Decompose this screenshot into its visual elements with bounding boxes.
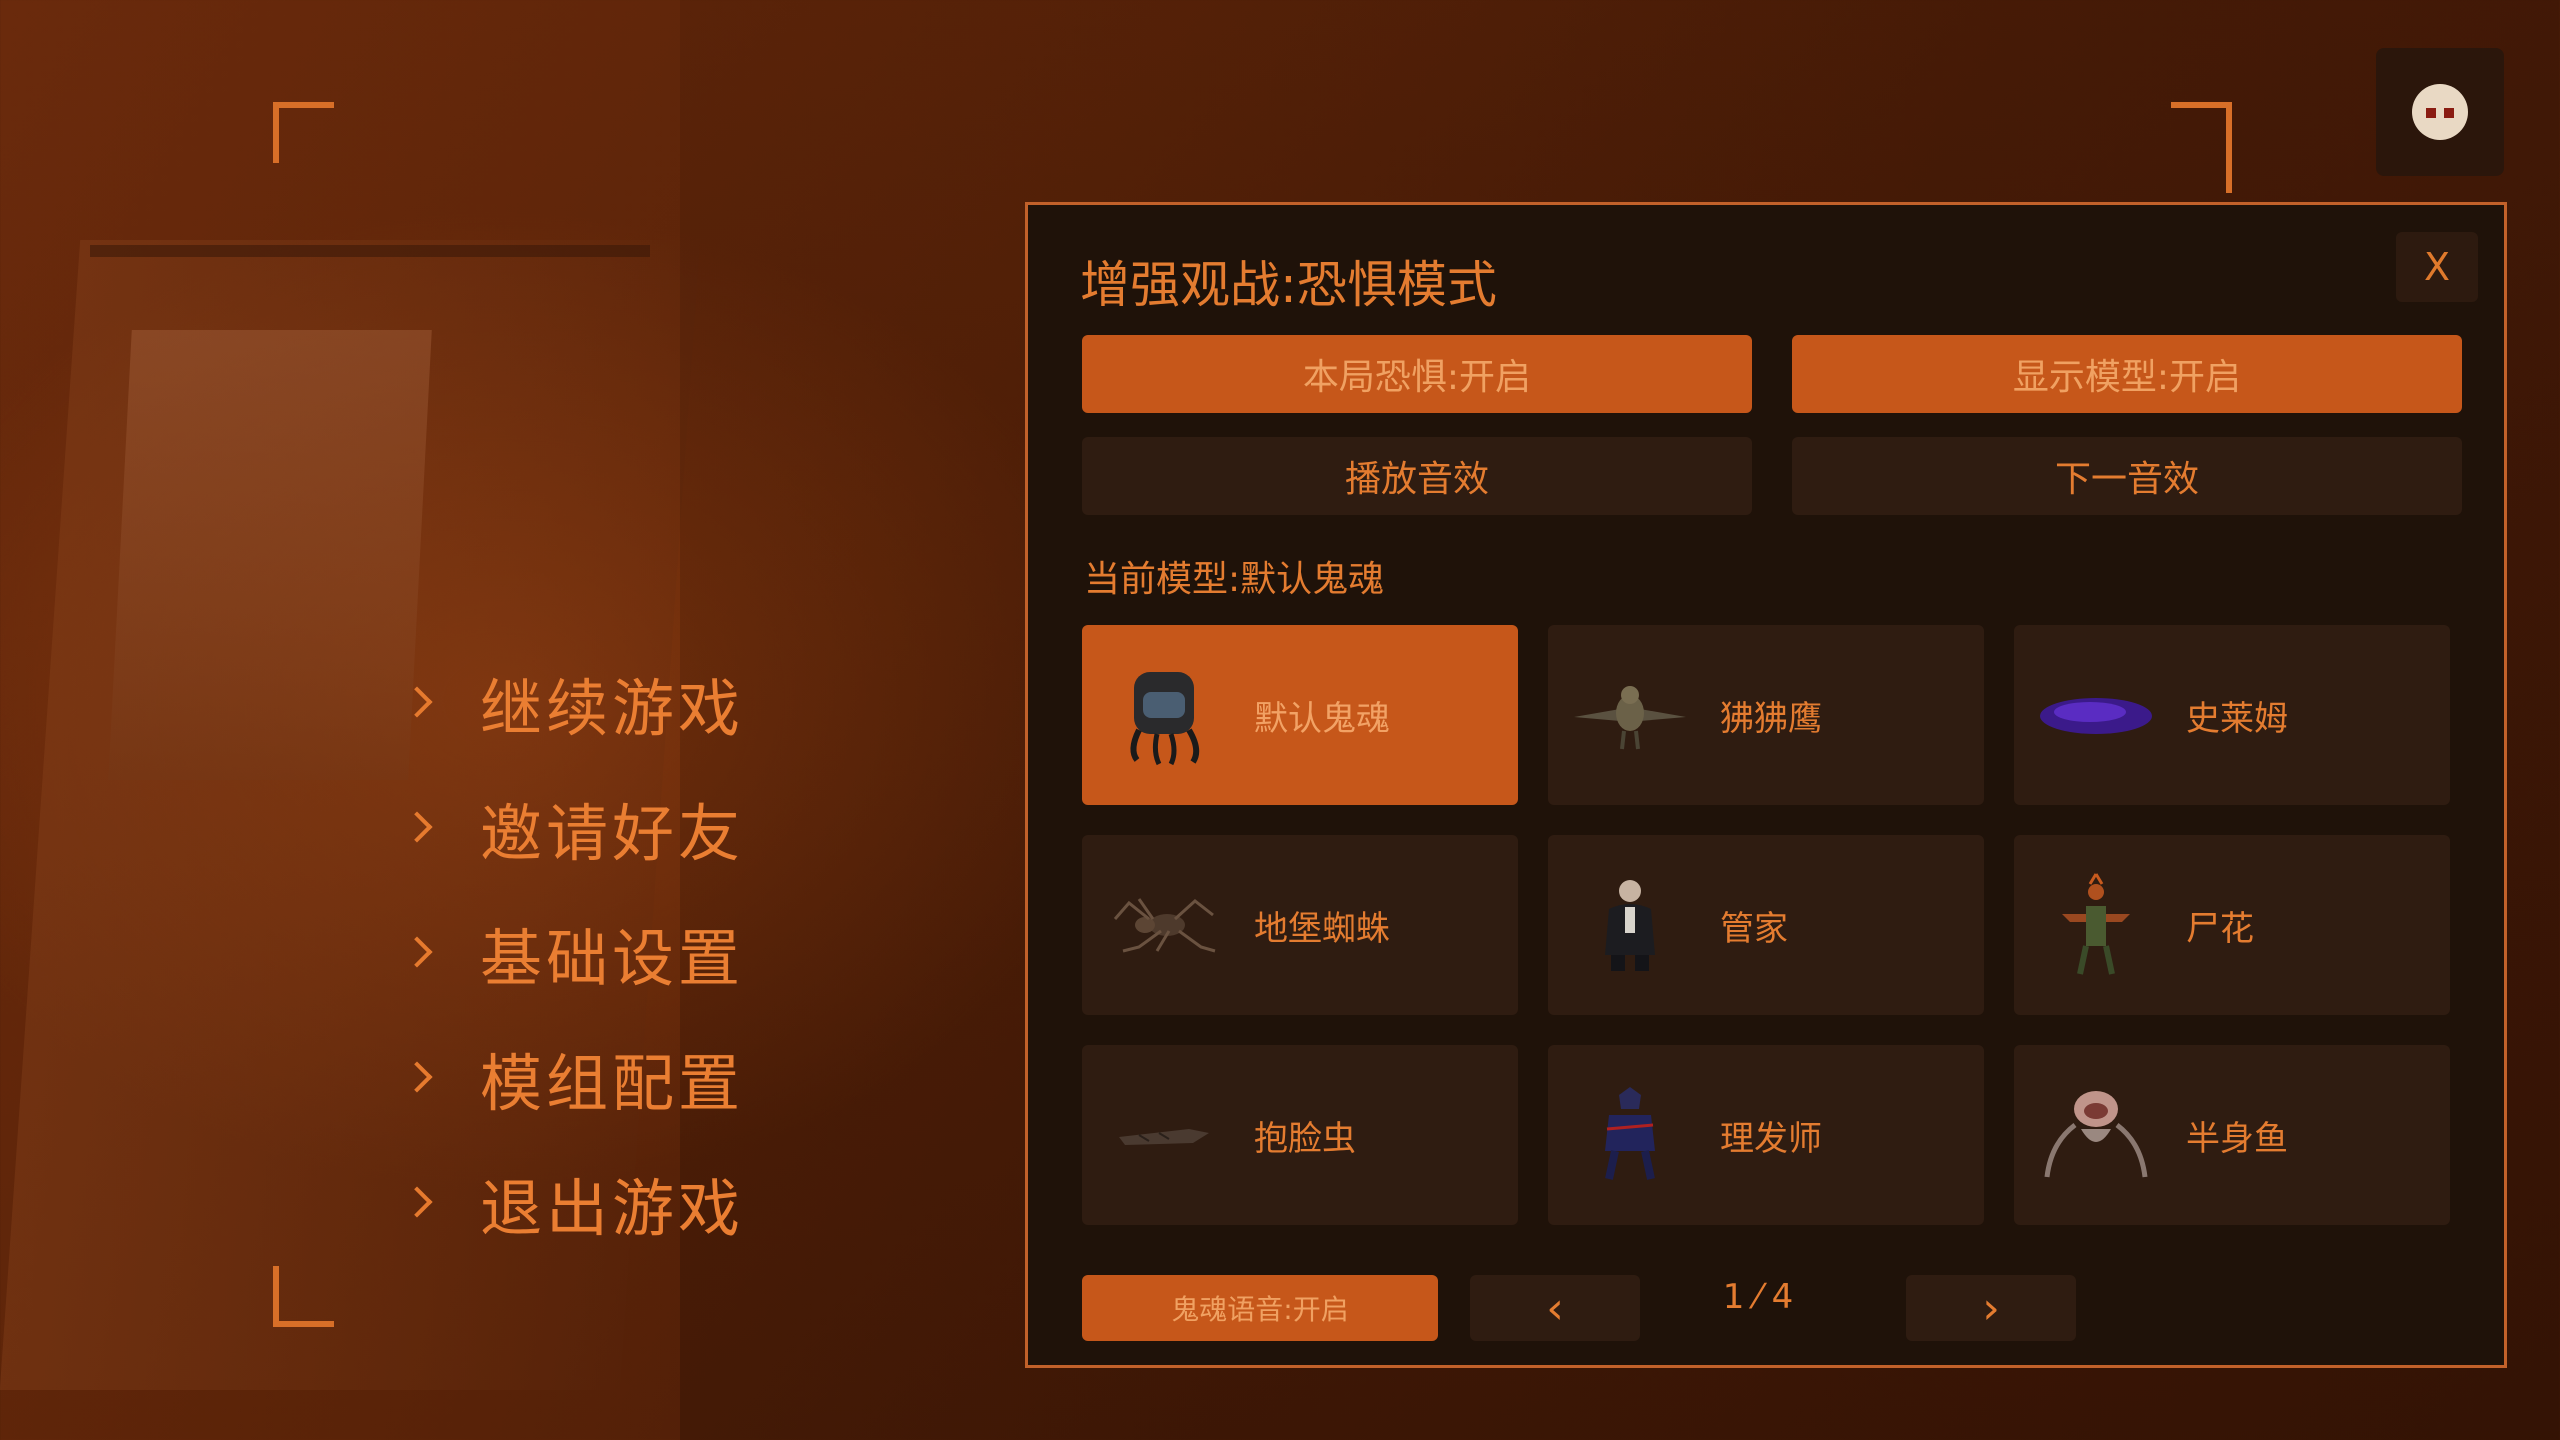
bunker-spider-icon — [1104, 865, 1224, 985]
chevron-right-icon — [400, 1056, 444, 1100]
model-card-corpse-flower[interactable]: 尸花 — [2014, 835, 2450, 1015]
baboon-hawk-icon — [1570, 655, 1690, 775]
next-page-button[interactable]: › — [1906, 1275, 2076, 1341]
barber-icon — [1570, 1075, 1690, 1195]
facehugger-icon — [1104, 1075, 1224, 1195]
model-card-facehugger[interactable]: 抱脸虫 — [1082, 1045, 1518, 1225]
round-fear-toggle[interactable]: 本局恐惧:开启 — [1082, 335, 1752, 413]
menu-mod-config[interactable]: 模组配置 — [400, 1015, 744, 1140]
chevron-right-icon — [400, 806, 444, 850]
main-menu: 继续游戏 邀请好友 基础设置 模组配置 退出游戏 — [400, 640, 744, 1265]
menu-item-label: 退出游戏 — [480, 1171, 745, 1245]
butler-icon — [1570, 865, 1690, 985]
model-card-half-fish[interactable]: 半身鱼 — [2014, 1045, 2450, 1225]
slime-icon — [2036, 655, 2156, 775]
corner-bracket-bottom-left — [273, 1266, 334, 1327]
next-sound-button[interactable]: 下一音效 — [1792, 437, 2462, 515]
skull-face-icon — [2412, 84, 2468, 140]
menu-item-label: 基础设置 — [480, 921, 745, 995]
close-button[interactable]: X — [2396, 232, 2478, 302]
model-name: 史莱姆 — [2186, 698, 2288, 739]
model-name: 地堡蜘蛛 — [1254, 908, 1390, 949]
current-model-label: 当前模型:默认鬼魂 — [1084, 559, 1385, 600]
half-fish-icon — [2036, 1075, 2156, 1195]
chevron-right-icon — [400, 1181, 444, 1225]
chevron-right-icon — [400, 931, 444, 975]
model-name: 默认鬼魂 — [1254, 698, 1390, 739]
model-card-default-ghost[interactable]: 默认鬼魂 — [1082, 625, 1518, 805]
model-name: 半身鱼 — [2186, 1118, 2288, 1159]
model-name: 抱脸虫 — [1254, 1118, 1356, 1159]
model-card-bunker-spider[interactable]: 地堡蜘蛛 — [1082, 835, 1518, 1015]
model-card-barber[interactable]: 理发师 — [1548, 1045, 1984, 1225]
ghost-voice-toggle[interactable]: 鬼魂语音:开启 — [1082, 1275, 1438, 1341]
menu-item-label: 邀请好友 — [480, 796, 745, 870]
background-beam — [90, 245, 650, 257]
model-card-slime[interactable]: 史莱姆 — [2014, 625, 2450, 805]
play-sound-button[interactable]: 播放音效 — [1082, 437, 1752, 515]
menu-basic-settings[interactable]: 基础设置 — [400, 890, 744, 1015]
menu-invite-friends[interactable]: 邀请好友 — [400, 765, 744, 890]
model-name: 管家 — [1720, 908, 1788, 949]
panel-title: 增强观战:恐惧模式 — [1080, 256, 1497, 314]
corpse-flower-icon — [2036, 865, 2156, 985]
spectate-fear-mode-panel: 增强观战:恐惧模式 X 本局恐惧:开启 显示模型:开启 播放音效 下一音效 当前… — [1025, 202, 2507, 1368]
background-poster — [108, 330, 432, 780]
player-avatar-button[interactable] — [2376, 48, 2504, 176]
show-model-toggle[interactable]: 显示模型:开启 — [1792, 335, 2462, 413]
menu-continue-game[interactable]: 继续游戏 — [400, 640, 744, 765]
chevron-right-icon — [400, 681, 444, 725]
corner-bracket-top-left — [273, 102, 334, 163]
model-name: 狒狒鹰 — [1720, 698, 1822, 739]
corner-bracket-top-right — [2171, 102, 2232, 193]
model-name: 理发师 — [1720, 1118, 1822, 1159]
menu-item-label: 继续游戏 — [480, 671, 745, 745]
menu-quit-game[interactable]: 退出游戏 — [400, 1140, 744, 1265]
model-card-butler[interactable]: 管家 — [1548, 835, 1984, 1015]
model-card-baboon-hawk[interactable]: 狒狒鹰 — [1548, 625, 1984, 805]
menu-item-label: 模组配置 — [480, 1046, 745, 1120]
page-indicator: 1 ⁄ 4 — [1722, 1277, 1794, 1317]
prev-page-button[interactable]: ‹ — [1470, 1275, 1640, 1341]
ghost-icon — [1104, 655, 1224, 775]
model-name: 尸花 — [2186, 908, 2254, 949]
